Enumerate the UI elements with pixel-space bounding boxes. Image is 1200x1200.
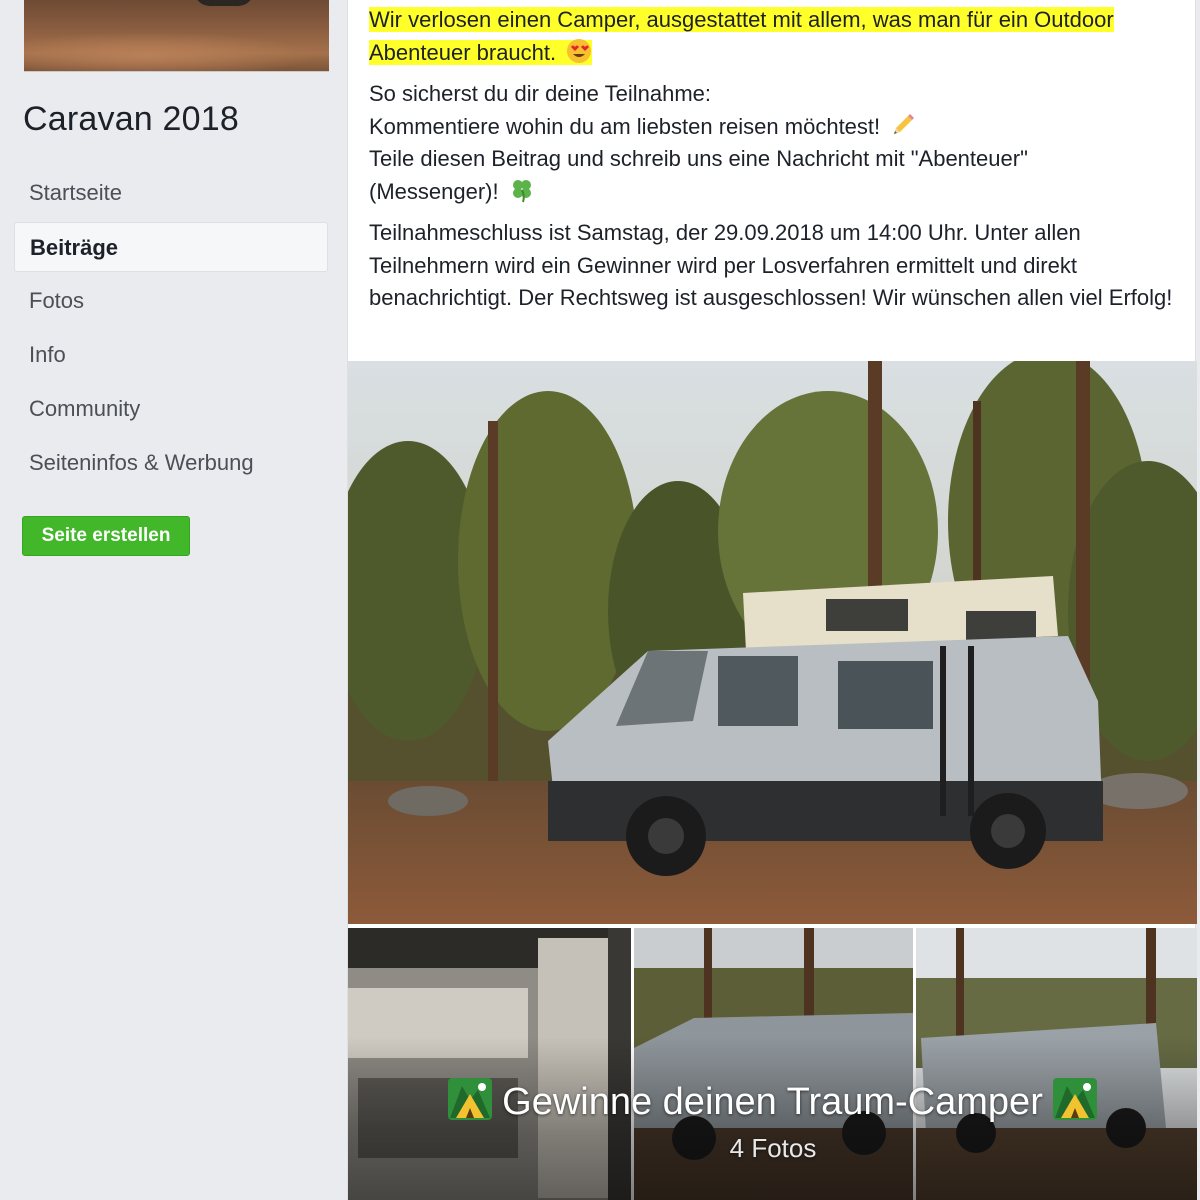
nav-item-info[interactable]: Info bbox=[14, 330, 328, 380]
album-title[interactable]: Gewinne deinen Traum-Camper bbox=[348, 1078, 1197, 1124]
camping-emoji-icon bbox=[447, 1078, 492, 1120]
post-text: Wir verlosen einen Camper, ausgestattet … bbox=[369, 4, 1179, 324]
how-to-step2-line2: (Messenger)! bbox=[369, 178, 499, 204]
cover-dirt bbox=[24, 30, 329, 71]
heart-eyes-emoji-icon bbox=[567, 38, 592, 63]
how-to-step2-line1: Teile diesen Beitrag und schreib uns ein… bbox=[369, 146, 1028, 171]
page-navigation: Startseite Beiträge Fotos Info Community… bbox=[14, 168, 328, 492]
post-terms: Teilnahmeschluss ist Samstag, der 29.09.… bbox=[369, 220, 1173, 310]
nav-item-startseite[interactable]: Startseite bbox=[14, 168, 328, 218]
camping-emoji-icon bbox=[1053, 1078, 1098, 1120]
pencil-emoji-icon bbox=[894, 113, 915, 134]
how-to-title: So sicherst du dir deine Teilnahme: bbox=[369, 81, 712, 106]
album-title-text: Gewinne deinen Traum-Camper bbox=[502, 1081, 1043, 1123]
highlighted-text-line1: Wir verlosen einen Camper, ausgestattet … bbox=[369, 7, 1114, 32]
nav-item-seiteninfos-werbung[interactable]: Seiteninfos & Werbung bbox=[14, 438, 328, 488]
album-photo-count: 4 Fotos bbox=[729, 1133, 817, 1163]
post-card: Wir verlosen einen Camper, ausgestattet … bbox=[347, 0, 1197, 1200]
nav-item-fotos[interactable]: Fotos bbox=[14, 276, 328, 326]
four-leaf-clover-emoji-icon bbox=[512, 179, 531, 202]
cover-tire bbox=[194, 0, 254, 6]
post-intro: Wir verlosen einen Camper, ausgestattet … bbox=[369, 4, 1179, 69]
nav-item-community[interactable]: Community bbox=[14, 384, 328, 434]
page-title[interactable]: Caravan 2018 bbox=[23, 100, 239, 139]
nav-item-beitraege[interactable]: Beiträge bbox=[14, 222, 328, 272]
main-post-photo[interactable] bbox=[348, 361, 1197, 924]
camper-van-photo-image bbox=[348, 361, 1197, 924]
album-photo-grid[interactable]: Gewinne deinen Traum-Camper 4 Fotos bbox=[348, 928, 1197, 1200]
how-to-step1: Kommentiere wohin du am liebsten reisen … bbox=[369, 113, 881, 139]
post-instructions: So sicherst du dir deine Teilnahme: Komm… bbox=[369, 78, 1179, 208]
cover-photo-thumbnail[interactable] bbox=[24, 0, 329, 72]
highlighted-text-line2: Abenteuer braucht. bbox=[369, 38, 593, 65]
create-page-button[interactable]: Seite erstellen bbox=[22, 516, 190, 556]
intro-line2-text: Abenteuer braucht. bbox=[369, 39, 557, 65]
